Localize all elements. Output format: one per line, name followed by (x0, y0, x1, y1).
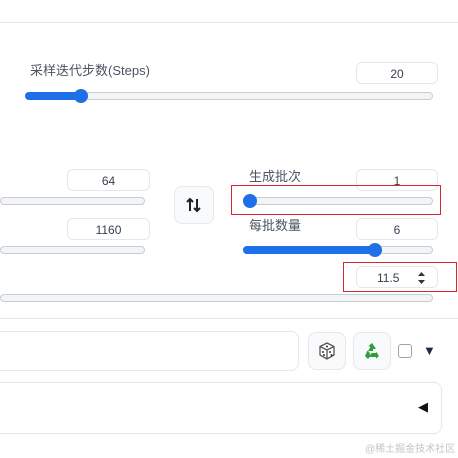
height-input[interactable]: 1160 (67, 218, 150, 240)
batch-size-slider-thumb[interactable] (368, 243, 382, 257)
random-seed-button[interactable] (308, 332, 346, 370)
top-divider (0, 22, 458, 23)
batch-size-slider-fill (243, 246, 375, 254)
reuse-seed-button[interactable] (353, 332, 391, 370)
steps-slider-fill (25, 92, 80, 100)
dropdown-arrow-icon[interactable]: ▼ (423, 343, 436, 358)
batch-size-input[interactable]: 6 (356, 218, 438, 240)
steps-label: 采样迭代步数(Steps) (30, 63, 150, 78)
height-slider-track[interactable] (0, 246, 145, 254)
cfg-slider-track[interactable] (0, 294, 433, 302)
batch-size-label: 每批数量 (249, 218, 302, 233)
batch-count-highlight-box (231, 185, 441, 215)
steps-input[interactable]: 20 (356, 62, 438, 84)
seed-input[interactable] (0, 331, 299, 371)
mid-divider (0, 318, 458, 319)
width-input[interactable]: 64 (67, 169, 150, 191)
steps-slider-thumb[interactable] (74, 89, 88, 103)
swap-dimensions-button[interactable] (174, 186, 214, 224)
collapse-arrow-icon[interactable]: ◀ (418, 399, 428, 415)
cfg-highlight-box (343, 262, 457, 292)
batch-count-label: 生成批次 (249, 169, 302, 184)
script-panel[interactable]: ◀ (0, 382, 442, 434)
watermark: @稀土掘金技术社区 (365, 444, 456, 455)
width-slider-track[interactable] (0, 197, 145, 205)
extra-seed-checkbox[interactable] (398, 344, 412, 358)
dice-icon (319, 342, 335, 360)
recycle-icon (365, 343, 379, 359)
swap-arrows-icon (186, 197, 201, 213)
